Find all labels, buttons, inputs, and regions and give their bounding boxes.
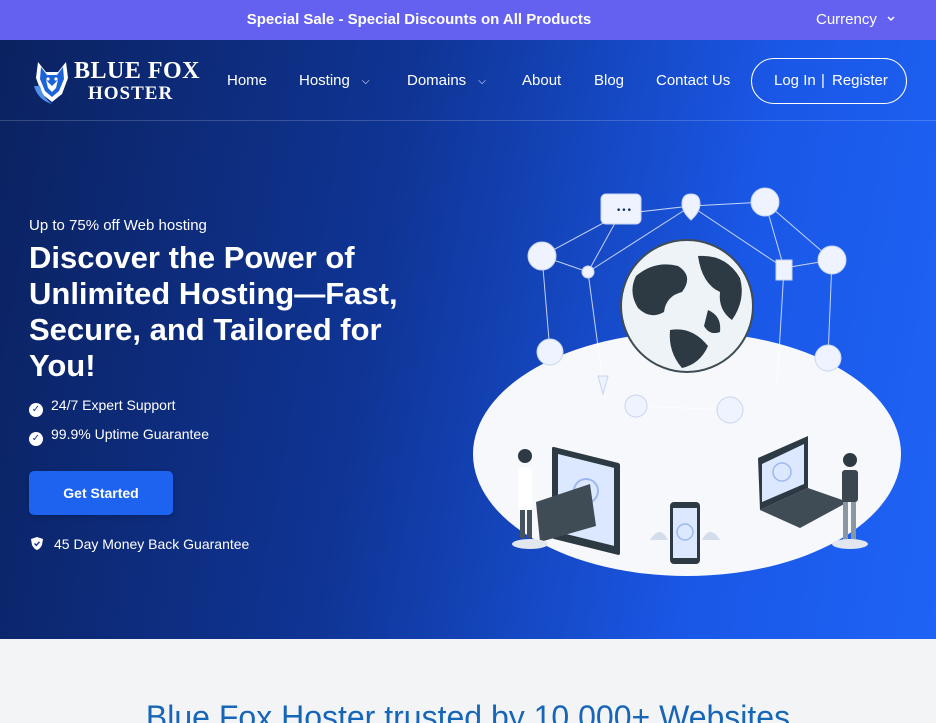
hero-subtitle: Up to 75% off Web hosting [29, 217, 207, 234]
auth-separator: | [821, 72, 825, 89]
network-globe-illustration: ••• [473, 187, 901, 576]
nav-about-label: About [522, 72, 562, 89]
nav-home[interactable]: Home [227, 72, 267, 89]
shield-check-icon [31, 537, 43, 550]
brand-name-line2: HOSTER [88, 83, 174, 104]
nav-domains[interactable]: Domains ⌵ [407, 72, 486, 89]
svg-text:•••: ••• [616, 206, 632, 216]
feature-label: 99.9% Uptime Guarantee [51, 426, 209, 442]
nav-blog-label: Blog [594, 72, 625, 89]
nav-hosting-label: Hosting [299, 72, 350, 89]
nav-hosting[interactable]: Hosting ⌵ [299, 72, 369, 89]
auth-pill: Log In | Register [751, 58, 907, 104]
fox-logo-icon [34, 62, 68, 104]
nav-domains-label: Domains [407, 72, 467, 89]
main-navigation: BLUE FOX HOSTER Home Hosting ⌵ Domains ⌵ A… [0, 40, 936, 121]
money-back-guarantee: 45 Day Money Back Guarantee [30, 536, 249, 552]
get-started-button[interactable]: Get Started [29, 471, 173, 515]
chevron-down-icon: ⌵ [361, 76, 370, 87]
nav-about[interactable]: About [522, 72, 561, 89]
nav-contact-label: Contact Us [656, 72, 731, 89]
feature-label: 24/7 Expert Support [51, 397, 176, 413]
chevron-down-icon [887, 16, 895, 22]
sale-banner-text: Special Sale - Special Discounts on All … [246, 11, 592, 28]
trusted-heading: Blue Fox Hoster trusted by 10,000+ Websi… [145, 699, 791, 723]
trusted-section: Blue Fox Hoster trusted by 10,000+ Websi… [0, 639, 936, 723]
chevron-down-icon: ⌵ [478, 76, 486, 87]
promo-bar: Special Sale - Special Discounts on All … [0, 0, 936, 40]
register-link[interactable]: Register [832, 72, 888, 89]
login-link[interactable]: Log In [774, 72, 816, 89]
hero-title: Discover the Power of Unlimited Hosting—… [29, 240, 398, 383]
guarantee-label: 45 Day Money Back Guarantee [54, 536, 250, 552]
check-circle-icon: ✓ [29, 432, 43, 446]
feature-item: ✓ 24/7 Expert Support [29, 397, 176, 417]
currency-selector[interactable]: Currency [816, 11, 895, 28]
nav-contact[interactable]: Contact Us [656, 72, 730, 89]
brand-name-line1: BLUE FOX [74, 58, 201, 84]
hero-section: BLUE FOX HOSTER Home Hosting ⌵ Domains ⌵ A… [0, 40, 936, 639]
nav-home-label: Home [227, 72, 268, 89]
currency-label: Currency [816, 11, 877, 28]
feature-item: ✓ 99.9% Uptime Guarantee [29, 426, 209, 446]
nav-blog[interactable]: Blog [594, 72, 624, 89]
brand-logo[interactable]: BLUE FOX HOSTER [30, 56, 202, 106]
check-circle-icon: ✓ [29, 403, 43, 417]
